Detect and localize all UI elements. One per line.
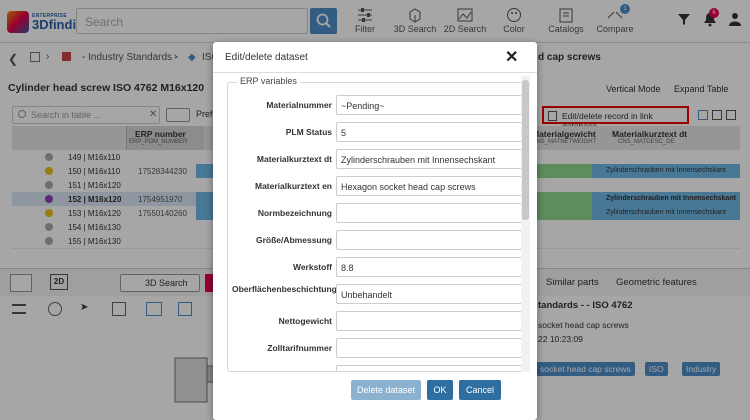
edit-dataset-dialog: Edit/delete dataset ✕ Materialnummer ~Pen… — [213, 42, 537, 420]
field-label: Normbezeichnung — [257, 208, 332, 218]
field-label: Materialkurztext en — [255, 181, 332, 191]
field-label: Zolltarifnummer — [267, 343, 332, 353]
field-row: Oberflächenbeschichtung Unbehandelt — [228, 284, 526, 306]
field-row: Normbezeichnung — [228, 203, 526, 225]
cancel-button[interactable]: Cancel — [459, 380, 501, 400]
field-input[interactable]: Hexagon socket head cap screws — [336, 176, 522, 196]
erp-variables-legend: ERP variables — [237, 76, 300, 86]
field-row: Zolltarifnummer — [228, 338, 526, 360]
field-input[interactable]: 8.8 — [336, 257, 522, 277]
field-input[interactable]: Zylinderschrauben mit Innensechskant — [336, 149, 522, 169]
field-row: Materialnummer ~Pending~ — [228, 95, 526, 117]
field-label: Größe/Abmessung — [255, 235, 332, 245]
field-label: Materialnummer — [266, 100, 332, 110]
dialog-title: Edit/delete dataset — [225, 52, 308, 63]
field-row: Größe/Abmessung — [228, 230, 526, 252]
field-label: Werkstoff — [292, 262, 332, 272]
scrollbar-thumb[interactable] — [522, 80, 529, 220]
field-row: ECLASS-ID — [228, 365, 526, 372]
field-row: Werkstoff 8.8 — [228, 257, 526, 279]
close-icon[interactable]: ✕ — [505, 47, 518, 67]
field-label: PLM Status — [285, 127, 332, 137]
dialog-footer: Delete dataset OK Cancel — [213, 374, 537, 420]
erp-variables-group: Materialnummer ~Pending~ PLM Status 5 Materi… — [227, 82, 527, 372]
ok-button[interactable]: OK — [427, 380, 453, 400]
field-label: Oberflächenbeschichtung — [232, 284, 337, 294]
dialog-header: Edit/delete dataset ✕ — [213, 42, 537, 73]
delete-dataset-button[interactable]: Delete dataset — [351, 380, 421, 400]
field-input[interactable] — [336, 203, 522, 223]
field-row: PLM Status 5 — [228, 122, 526, 144]
dialog-scrollbar[interactable] — [521, 76, 530, 372]
field-input[interactable] — [336, 365, 522, 371]
field-input[interactable]: 5 — [336, 122, 522, 142]
field-label: Materialkurztext dt — [256, 154, 332, 164]
field-row: Materialkurztext dt Zylinderschrauben mit… — [228, 149, 526, 171]
field-input[interactable] — [336, 311, 522, 331]
field-input[interactable] — [336, 230, 522, 250]
field-label: Nettogewicht — [278, 316, 332, 326]
field-row: Materialkurztext en Hexagon socket head c… — [228, 176, 526, 198]
field-row: Nettogewicht — [228, 311, 526, 333]
field-input[interactable]: ~Pending~ — [336, 95, 522, 115]
field-input[interactable] — [336, 338, 522, 358]
field-input[interactable]: Unbehandelt — [336, 284, 522, 304]
field-label: ECLASS-ID — [286, 371, 332, 372]
